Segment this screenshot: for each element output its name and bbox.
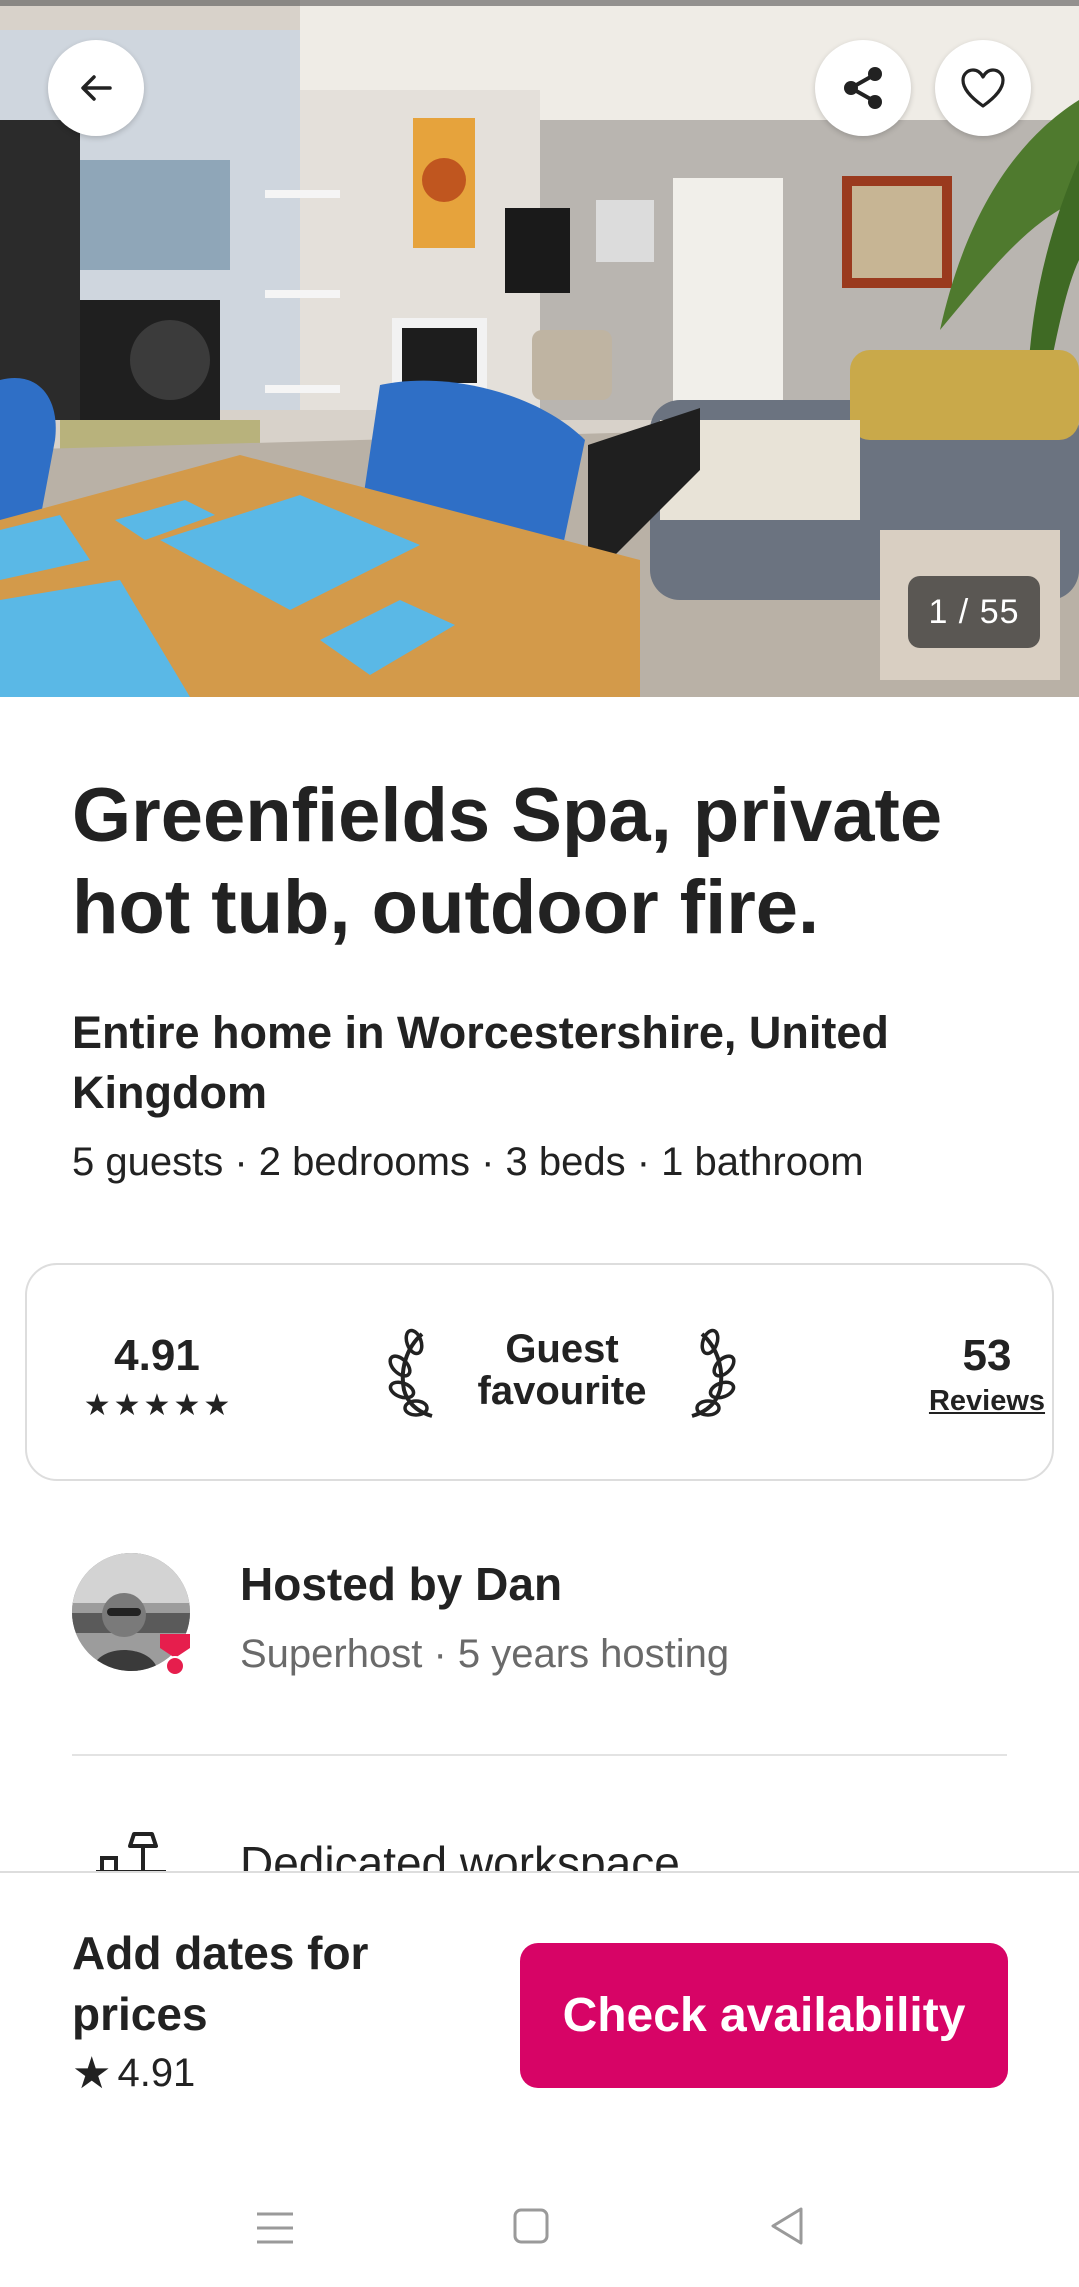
star-icon: ★: [173, 1389, 201, 1422]
host-name: Hosted by Dan: [240, 1558, 563, 1610]
listing-subtitle: Entire home in Worcestershire, United Ki…: [72, 1007, 889, 1118]
photo-counter: 1 / 55: [908, 576, 1040, 648]
laurel-left-icon: [388, 1328, 433, 1418]
rating-score: 4.91 ★ ★ ★ ★ ★: [83, 1331, 231, 1422]
arrow-left-icon: [81, 75, 112, 101]
add-dates-prompt[interactable]: Add dates for prices: [72, 1923, 452, 2045]
host-meta: Superhost · 5 years hosting: [240, 1632, 730, 1676]
listing-details: 5 guests · 2 bedrooms · 3 beds · 1 bathr…: [72, 1140, 864, 1184]
booking-rating: ★ 4.91: [72, 2051, 195, 2096]
back-button[interactable]: [48, 40, 144, 136]
guest-favourite-label: Guest favourite: [477, 1327, 647, 1413]
amenity-row: Dedicated workspace: [0, 1800, 1079, 1871]
rating-value: 4.91: [114, 1331, 200, 1380]
booking-rating-value: 4.91: [117, 2051, 196, 2095]
status-shade: [0, 0, 1079, 6]
favorite-button[interactable]: [935, 40, 1031, 136]
system-navigation-bar: [0, 2129, 1079, 2287]
booking-bar: Add dates for prices ★ 4.91 Check availa…: [0, 1871, 1079, 2129]
desk-lamp-icon: [96, 1832, 166, 1871]
star-icon: ★: [203, 1389, 231, 1422]
star-icon: ★: [72, 2048, 112, 2098]
star-rating: ★ ★ ★ ★ ★: [83, 1389, 231, 1422]
check-availability-button[interactable]: Check availability: [520, 1943, 1008, 2088]
star-icon: ★: [113, 1389, 141, 1422]
recent-apps-icon[interactable]: [255, 2211, 295, 2245]
heart-icon: [961, 68, 1005, 108]
rating-card[interactable]: 4.91 ★ ★ ★ ★ ★ Guest favourite 53 Reviews: [25, 1263, 1054, 1481]
star-icon: ★: [143, 1389, 171, 1422]
reviews-count: 53: [962, 1331, 1012, 1380]
reviews-link[interactable]: 53 Reviews: [887, 1331, 1079, 1418]
listing-title: Greenfields Spa, private hot tub, outdoo…: [72, 773, 943, 950]
star-icon: ★: [83, 1389, 111, 1422]
laurel-right-icon: [691, 1328, 736, 1418]
guest-favourite-badge: Guest favourite: [382, 1320, 742, 1430]
back-triangle-icon[interactable]: [768, 2205, 806, 2247]
share-icon: [844, 67, 882, 109]
reviews-label[interactable]: Reviews: [887, 1385, 1079, 1418]
share-button[interactable]: [815, 40, 911, 136]
superhost-badge-icon: [160, 1634, 190, 1676]
amenity-label: Dedicated workspace: [240, 1837, 680, 1871]
section-divider: [72, 1754, 1007, 1756]
home-icon[interactable]: [512, 2207, 550, 2245]
listing-photo[interactable]: 1 / 55: [0, 0, 1079, 697]
